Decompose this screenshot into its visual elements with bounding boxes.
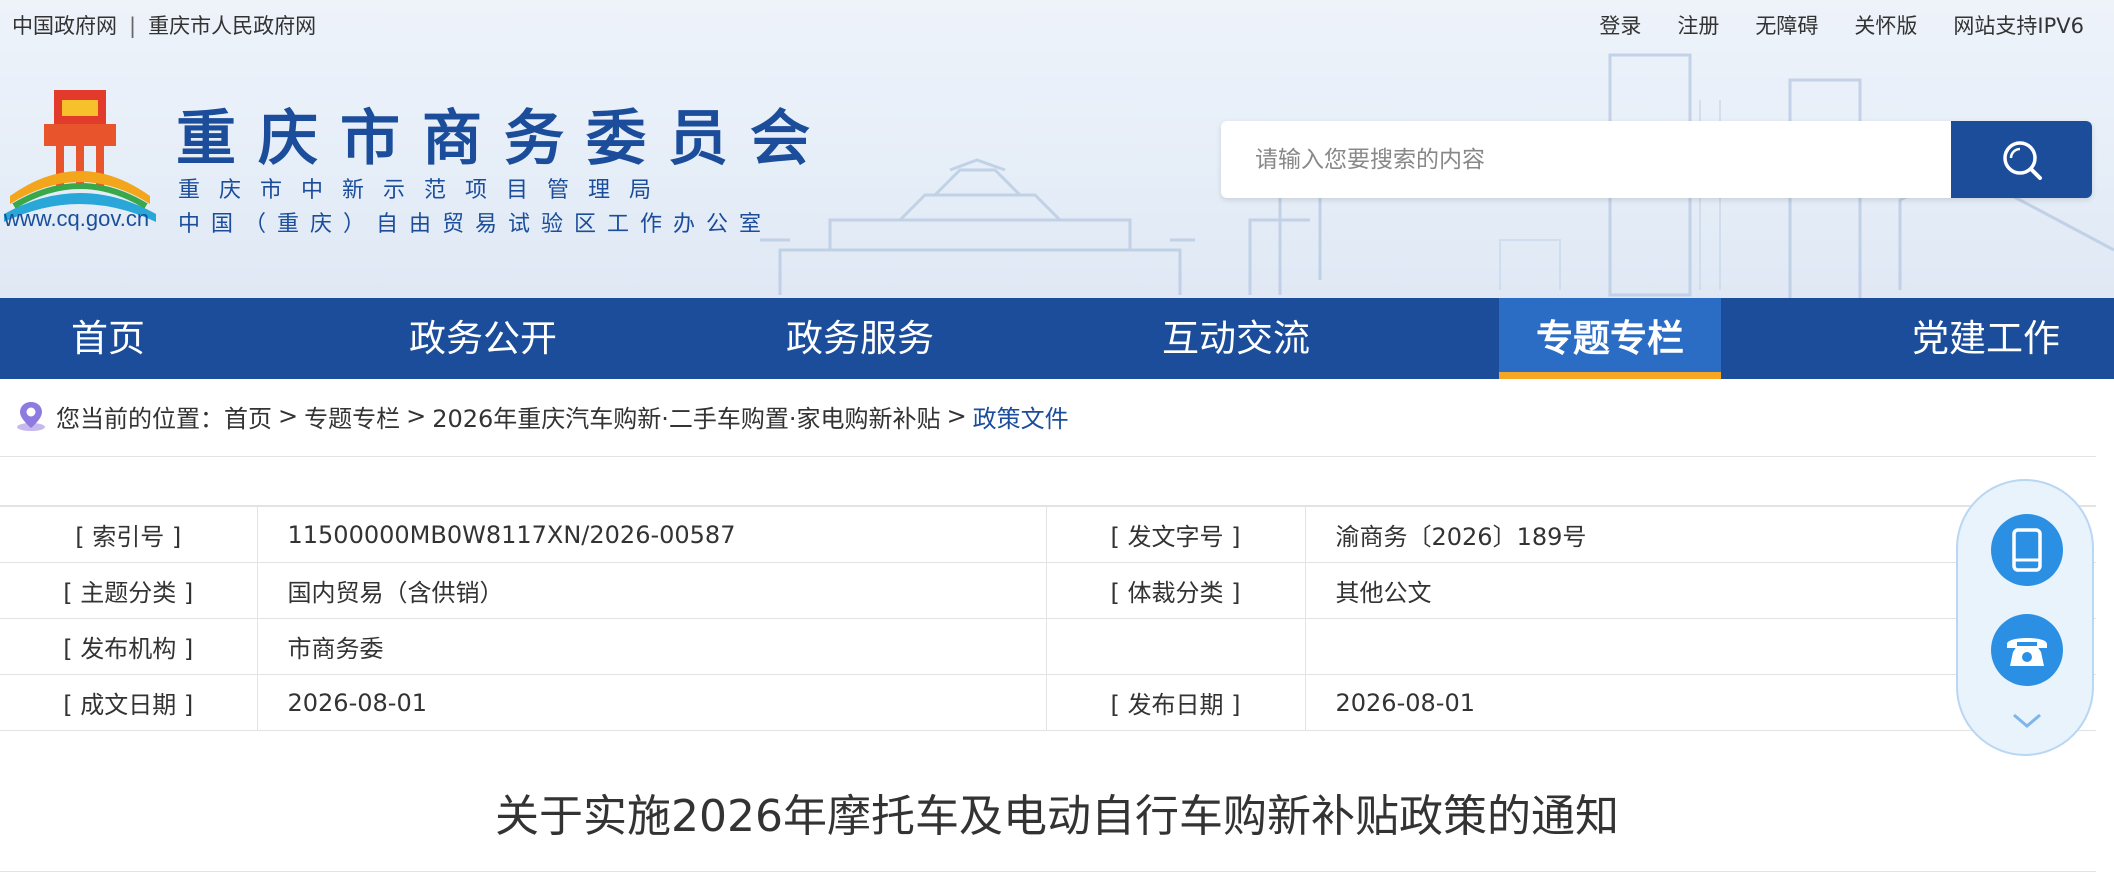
table-row: [ 成文日期 ] 2026-08-01 [ 发布日期 ] 2026-08-01 — [0, 674, 2096, 731]
top-links-left: 中国政府网 | 重庆市人民政府网 — [12, 10, 326, 40]
nav-home[interactable]: 首页 — [0, 298, 216, 379]
table-row: [ 发布机构 ] 市商务委 — [0, 618, 2096, 675]
meta-label: [ 索引号 ] — [0, 505, 258, 563]
breadcrumb-subsidy-topic[interactable]: 2026年重庆汽车购新·二手车购置·家电购新补贴 — [432, 399, 940, 434]
divider — [0, 456, 2096, 457]
breadcrumb-separator: > — [406, 402, 427, 430]
accessibility-link[interactable]: 无障碍 — [1755, 10, 1818, 40]
breadcrumb-separator: > — [278, 402, 299, 430]
nav-gov-services[interactable]: 政务服务 — [750, 298, 970, 379]
search-button[interactable] — [1951, 121, 2092, 198]
mobile-version-button[interactable] — [1991, 514, 2063, 586]
breadcrumb-special-topics[interactable]: 专题专栏 — [304, 399, 400, 434]
login-link[interactable]: 登录 — [1599, 10, 1641, 40]
table-row: [ 索引号 ] 11500000MB0W8117XN/2026-00587 [ … — [0, 505, 2096, 563]
meta-label: [ 成文日期 ] — [0, 674, 258, 731]
location-pin-icon — [17, 402, 45, 431]
search-icon — [2002, 140, 2042, 180]
meta-value: 2026-08-01 — [257, 674, 1047, 731]
elder-mode-link[interactable]: 关怀版 — [1854, 10, 1917, 40]
chevron-down-icon[interactable] — [2012, 713, 2042, 729]
site-subtitle-1: 重庆市中新示范项目管理局 — [178, 178, 671, 203]
breadcrumb: 您当前的位置： 首页 > 专题专栏 > 2026年重庆汽车购新·二手车购置·家电… — [14, 396, 1069, 436]
register-link[interactable]: 注册 — [1677, 10, 1719, 40]
meta-label: [ 发文字号 ] — [1046, 505, 1306, 563]
meta-value: 市商务委 — [257, 618, 1047, 675]
meta-label: [ 体裁分类 ] — [1046, 562, 1306, 619]
main-nav: 首页 政务公开 政务服务 互动交流 专题专栏 党建工作 — [0, 298, 2114, 379]
meta-value: 国内贸易（含供销） — [257, 562, 1047, 619]
document-title: 关于实施2026年摩托车及电动自行车购新补贴政策的通知 — [495, 791, 1619, 842]
nav-gov-affairs-open[interactable]: 政务公开 — [373, 298, 593, 379]
meta-label: [ 发布机构 ] — [0, 618, 258, 675]
top-links-right: 登录 注册 无障碍 关怀版 网站支持IPV6 — [1599, 10, 2084, 40]
ipv6-link[interactable]: 网站支持IPV6 — [1953, 10, 2084, 40]
table-row: [ 主题分类 ] 国内贸易（含供销） [ 体裁分类 ] 其他公文 — [0, 562, 2096, 619]
breadcrumb-home[interactable]: 首页 — [224, 399, 272, 434]
mobile-phone-icon — [2012, 528, 2042, 572]
site-subtitle-2: 中国（重庆）自由贸易试验区工作办公室 — [178, 212, 773, 237]
meta-label: [ 发布日期 ] — [1046, 674, 1306, 731]
header: 中国政府网 | 重庆市人民政府网 登录 注册 无障碍 关怀版 网站支持IPV6 ww… — [0, 0, 2114, 298]
site-url: www.cq.gov.cn — [4, 206, 150, 231]
nav-interaction[interactable]: 互动交流 — [1126, 298, 1346, 379]
telephone-icon — [2007, 638, 2047, 666]
site-title[interactable]: 重庆市商务委员会 — [176, 90, 832, 177]
link-cq-gov[interactable]: 重庆市人民政府网 — [148, 14, 316, 38]
meta-label — [1046, 618, 1306, 675]
link-gov-cn[interactable]: 中国政府网 — [12, 14, 117, 38]
search-input[interactable] — [1221, 121, 1951, 198]
divider: | — [129, 14, 137, 38]
breadcrumb-prefix: 您当前的位置： — [56, 404, 224, 433]
search-box — [1221, 121, 2092, 198]
floating-toolbar — [1956, 479, 2094, 756]
divider — [0, 871, 2096, 872]
meta-label: [ 主题分类 ] — [0, 562, 258, 619]
breadcrumb-separator: > — [946, 402, 967, 430]
breadcrumb-current[interactable]: 政策文件 — [973, 399, 1069, 434]
document-meta-table: [ 索引号 ] 11500000MB0W8117XN/2026-00587 [ … — [0, 505, 2096, 731]
nav-party-building[interactable]: 党建工作 — [1876, 298, 2096, 379]
meta-value: 11500000MB0W8117XN/2026-00587 — [257, 505, 1047, 563]
nav-special-topics[interactable]: 专题专栏 — [1499, 298, 1721, 379]
contact-phone-button[interactable] — [1991, 614, 2063, 686]
